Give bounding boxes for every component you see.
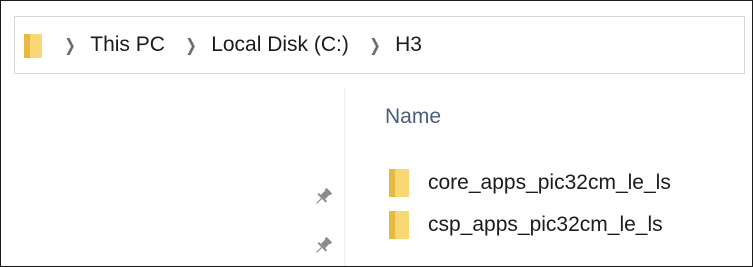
navigation-pane — [1, 89, 344, 266]
pin-icon[interactable] — [312, 235, 334, 257]
explorer-window: ❯ This PC ❯ Local Disk (C:) ❯ H3 Name co… — [0, 0, 753, 267]
breadcrumb-h3[interactable]: H3 — [395, 33, 422, 57]
chevron-right-icon[interactable]: ❯ — [64, 37, 75, 54]
column-header-name[interactable]: Name — [385, 105, 441, 129]
chevron-right-icon[interactable]: ❯ — [185, 37, 196, 54]
folder-icon — [389, 169, 409, 197]
address-bar[interactable]: ❯ This PC ❯ Local Disk (C:) ❯ H3 — [14, 16, 745, 74]
pane-divider[interactable] — [344, 89, 345, 266]
list-item[interactable]: csp_apps_pic32cm_le_ls — [389, 210, 663, 240]
list-item[interactable]: core_apps_pic32cm_le_ls — [389, 168, 671, 198]
breadcrumb: ❯ This PC ❯ Local Disk (C:) ❯ H3 — [63, 17, 441, 73]
chevron-right-icon[interactable]: ❯ — [369, 37, 380, 54]
breadcrumb-local-disk[interactable]: Local Disk (C:) — [211, 33, 349, 57]
file-name: csp_apps_pic32cm_le_ls — [428, 213, 663, 236]
pin-icon[interactable] — [312, 186, 334, 208]
folder-icon — [24, 34, 42, 58]
file-name: core_apps_pic32cm_le_ls — [428, 171, 671, 194]
breadcrumb-this-pc[interactable]: This PC — [90, 33, 165, 57]
folder-icon — [389, 211, 409, 239]
